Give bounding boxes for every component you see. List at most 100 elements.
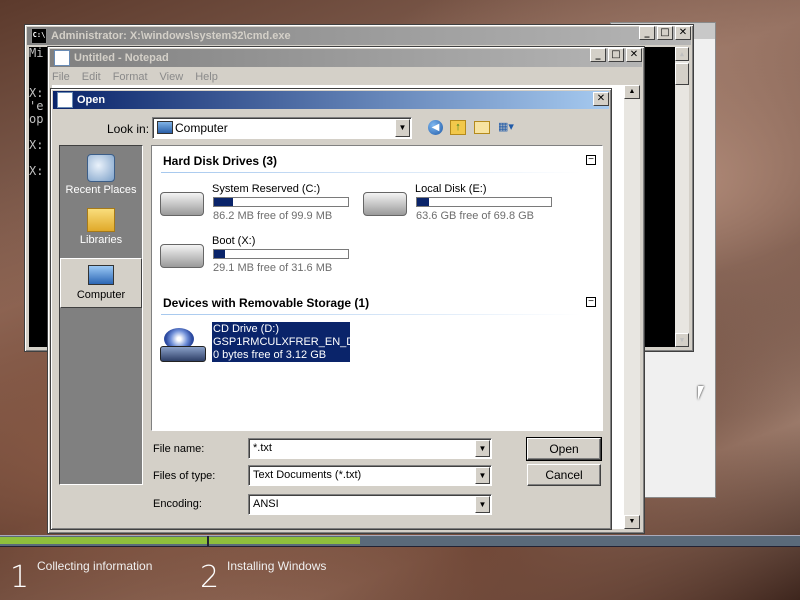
step1-label: Collecting information <box>37 559 153 573</box>
encoding-label: Encoding: <box>153 498 202 510</box>
view-menu-icon[interactable]: ▦▾ <box>498 120 520 135</box>
menu-view[interactable]: View <box>160 69 184 85</box>
scroll-down-button[interactable]: ▼ <box>675 333 689 347</box>
console-line: X: <box>29 164 44 178</box>
libraries-icon <box>87 208 115 232</box>
place-libraries[interactable]: Libraries <box>60 204 142 254</box>
chevron-down-icon[interactable]: ▼ <box>475 467 490 484</box>
console-line: Mi <box>29 46 44 60</box>
file-name-label: File name: <box>153 443 205 455</box>
cmd-scrollbar[interactable]: ▲ ▼ <box>675 47 689 347</box>
place-recent-places[interactable]: Recent Places <box>60 152 142 202</box>
step2-number: 2 <box>200 560 220 595</box>
file-name-value: *.txt <box>253 442 272 454</box>
drive-usage-bar <box>213 249 349 259</box>
drive-usage-bar <box>213 197 349 207</box>
chevron-down-icon[interactable]: ▼ <box>395 119 410 137</box>
cd-free-space: 0 bytes free of 3.12 GB <box>213 349 327 361</box>
look-in-value: Computer <box>175 121 228 135</box>
open-dialog: Open ✕ Look in: Computer ▼ ◀ ↑ ▦▾ Recent… <box>50 88 612 530</box>
cmd-icon: C:\ <box>31 28 47 44</box>
open-dialog-titlebar[interactable]: Open <box>53 91 609 109</box>
close-button[interactable]: ✕ <box>626 48 642 62</box>
setup-progress-track <box>0 535 800 547</box>
drive-usage-bar <box>416 197 552 207</box>
scroll-up-button[interactable]: ▲ <box>624 85 640 99</box>
step1-number: 1 <box>10 560 30 595</box>
hard-drive-icon <box>160 244 204 268</box>
menu-edit[interactable]: Edit <box>82 69 101 85</box>
close-button[interactable]: ✕ <box>675 26 691 40</box>
notepad-icon <box>54 50 70 66</box>
drive-item[interactable]: Local Disk (E:) 63.6 GB free of 69.8 GB <box>355 180 555 226</box>
place-computer[interactable]: Computer <box>60 258 142 308</box>
menu-help[interactable]: Help <box>195 69 218 85</box>
cmd-title: Administrator: X:\windows\system32\cmd.e… <box>51 30 291 42</box>
setup-progress-fill <box>0 537 360 544</box>
step2-label: Installing Windows <box>227 559 327 573</box>
maximize-button[interactable]: □ <box>657 26 673 40</box>
menu-file[interactable]: File <box>52 69 70 85</box>
cd-drive-name: CD Drive (D:) <box>213 323 279 335</box>
scroll-thumb[interactable] <box>675 63 689 85</box>
cd-drive-item[interactable]: CD Drive (D:) GSP1RMCULXFRER_EN_DVD 0 by… <box>152 322 369 366</box>
dialog-title: Open <box>77 94 106 106</box>
hard-drive-icon <box>363 192 407 216</box>
console-line: X: <box>29 138 44 152</box>
collapse-removable-icon[interactable]: − <box>586 297 596 307</box>
file-name-combobox[interactable]: *.txt ▼ <box>248 438 492 459</box>
files-of-type-label: Files of type: <box>153 470 216 482</box>
scroll-up-button[interactable]: ▲ <box>675 47 689 61</box>
open-icon <box>57 92 73 108</box>
back-icon[interactable]: ◀ <box>428 120 443 135</box>
scroll-down-button[interactable]: ▼ <box>624 515 640 529</box>
place-label: Computer <box>76 289 126 301</box>
chevron-down-icon[interactable]: ▼ <box>475 440 490 457</box>
file-list[interactable]: Hard Disk Drives (3) − System Reserved (… <box>151 145 603 431</box>
minimize-button[interactable]: _ <box>639 26 655 40</box>
collapse-hard-disks-icon[interactable]: − <box>586 155 596 165</box>
section-divider <box>161 314 581 315</box>
cmd-titlebar[interactable]: C:\ Administrator: X:\windows\system32\c… <box>27 27 691 45</box>
console-line: op <box>29 112 44 126</box>
drive-free-space: 29.1 MB free of 31.6 MB <box>213 262 333 274</box>
drive-usage-fill <box>417 198 430 206</box>
look-in-label: Look in: <box>107 122 150 136</box>
encoding-value: ANSI <box>253 498 279 510</box>
drive-free-space: 86.2 MB free of 99.9 MB <box>213 210 333 222</box>
open-button[interactable]: Open <box>526 437 602 461</box>
drive-name: Local Disk (E:) <box>415 183 487 195</box>
drive-item[interactable]: System Reserved (C:) 86.2 MB free of 99.… <box>152 180 352 226</box>
drive-item[interactable]: Boot (X:) 29.1 MB free of 31.6 MB <box>152 232 352 278</box>
look-in-dropdown[interactable]: Computer ▼ <box>152 117 412 139</box>
new-folder-icon[interactable] <box>474 121 490 134</box>
place-label: Libraries <box>79 234 123 246</box>
computer-icon <box>88 265 114 285</box>
files-of-type-dropdown[interactable]: Text Documents (*.txt) ▼ <box>248 465 492 486</box>
removable-storage-header: Devices with Removable Storage (1) <box>163 296 370 310</box>
section-divider <box>161 172 581 173</box>
encoding-dropdown[interactable]: ANSI ▼ <box>248 494 492 515</box>
drive-name: System Reserved (C:) <box>212 183 321 195</box>
drive-free-space: 63.6 GB free of 69.8 GB <box>416 210 535 222</box>
up-folder-icon[interactable]: ↑ <box>450 120 466 135</box>
cancel-button[interactable]: Cancel <box>527 464 601 486</box>
drive-usage-fill <box>214 198 233 206</box>
drive-usage-fill <box>214 250 225 258</box>
hard-drive-icon <box>160 192 204 216</box>
drive-name: Boot (X:) <box>212 235 256 247</box>
notepad-titlebar[interactable]: Untitled - Notepad <box>50 49 642 67</box>
minimize-button[interactable]: _ <box>590 48 606 62</box>
notepad-title: Untitled - Notepad <box>74 52 169 64</box>
notepad-menubar: File Edit Format View Help <box>52 69 218 85</box>
notepad-scrollbar[interactable]: ▲ ▼ <box>624 85 640 529</box>
close-button[interactable]: ✕ <box>593 92 609 106</box>
menu-format[interactable]: Format <box>113 69 148 85</box>
place-label: Recent Places <box>65 184 137 196</box>
computer-icon <box>157 121 173 134</box>
places-bar: Recent Places Libraries Computer <box>59 145 143 485</box>
mouse-cursor-icon <box>698 386 704 400</box>
chevron-down-icon[interactable]: ▼ <box>475 496 490 513</box>
recent-places-icon <box>87 154 115 182</box>
maximize-button[interactable]: □ <box>608 48 624 62</box>
